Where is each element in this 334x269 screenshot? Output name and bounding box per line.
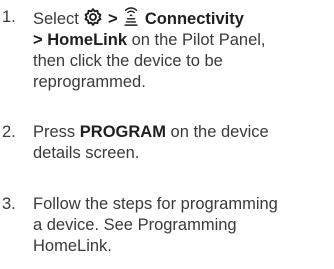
wireless-signal-icon <box>122 7 140 27</box>
step-3-line-3: HomeLink. <box>33 237 112 255</box>
step-3-line-1: Follow the steps for programming <box>33 195 278 213</box>
step-1-line-2: > HomeLink on the Pilot Panel, <box>33 30 333 51</box>
press-word: Press <box>33 123 76 141</box>
step-1-text: Select > Connectivity > HomeLink on the … <box>33 7 333 93</box>
path-separator: > <box>33 31 43 49</box>
gear-icon <box>83 7 103 27</box>
step-2-line-2: details screen. <box>33 144 140 162</box>
connectivity-label: Connectivity <box>144 10 244 28</box>
step-number: 2. <box>2 123 16 141</box>
step-2-text: Press PROGRAM on the device details scre… <box>33 122 333 164</box>
path-separator: > <box>108 10 118 28</box>
step-number: 3. <box>2 195 16 213</box>
pilot-panel-text: on the Pilot Panel, <box>127 31 266 49</box>
device-text: on the device <box>165 123 269 141</box>
select-word: Select <box>33 10 79 28</box>
step-1-line-4: reprogrammed. <box>33 73 146 91</box>
program-label: PROGRAM <box>79 123 166 141</box>
step-3-line-2: a device. See Programming <box>33 216 237 234</box>
step-2-line-1: Press PROGRAM on the device <box>33 122 333 143</box>
step-1-line-1: Select > Connectivity <box>33 7 333 30</box>
step-number: 1. <box>2 8 16 26</box>
step-1-line-3: then click the device to be <box>33 52 223 70</box>
homelink-label: HomeLink <box>47 31 127 49</box>
step-3-text: Follow the steps for programming a devic… <box>33 194 333 257</box>
